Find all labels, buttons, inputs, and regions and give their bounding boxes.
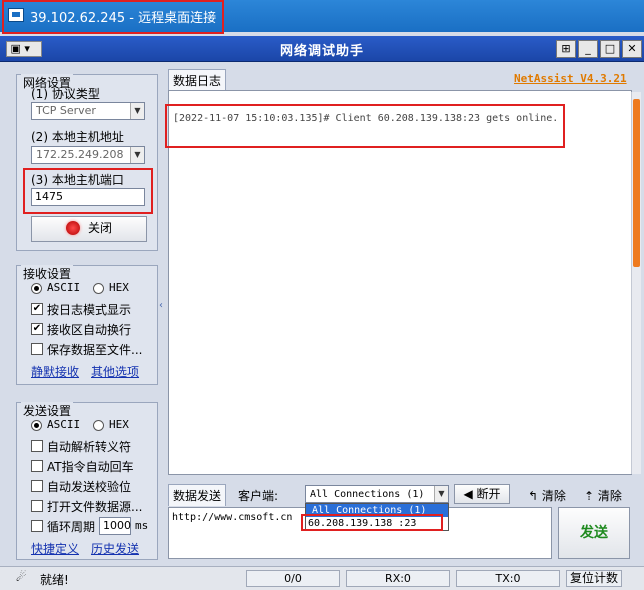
close-window-button[interactable]: ✕ [622,40,642,58]
network-settings-group: 网络设置 (1) 协议类型 TCP Server ▼ (2) 本地主机地址 17… [16,74,158,251]
chevron-down-icon[interactable]: ▼ [130,147,144,163]
host-select[interactable]: 172.25.249.208 ▼ [31,146,145,164]
client-select-value: All Connections (1) [310,489,425,500]
open-file-label: 打开文件数据源... [47,500,143,514]
disconnect-button[interactable]: ◀ 断开 [454,484,510,504]
clear-arrow-icon: ↰ [528,489,542,503]
arrow-left-icon: ◀ [463,487,477,501]
port-input[interactable]: 1475 [31,188,145,206]
tab-data-log[interactable]: 数据日志 [168,69,227,91]
reset-count-button[interactable]: 复位计数 [566,570,622,587]
clear-receive-button[interactable]: ↰ 清除 [528,487,566,504]
open-file-checkbox[interactable] [31,500,43,512]
app-title: 网络调试助手 [279,44,364,59]
chevron-down-icon[interactable]: ▼ [434,486,448,502]
log-scrollbar-thumb[interactable] [633,99,640,267]
loop-label: 循环周期 [47,520,96,534]
client-dropdown-list: All Connections (1) 60.208.139.138 :23 [305,503,449,531]
auto-wrap-label: 接收区自动换行 [47,323,132,337]
status-ready: 就绪! [40,573,69,587]
receive-hex-label: HEX [109,281,129,294]
protocol-label: (1) 协议类型 [31,87,100,101]
clear-send-button[interactable]: ⇡ 清除 [584,487,622,504]
send-text: http://www.cmsoft.cn [172,512,293,523]
at-return-label: AT指令自动回车 [47,460,134,474]
ready-icon: ☄ [16,570,27,584]
clear-up-icon: ⇡ [584,489,598,503]
receive-ascii-label: ASCII [47,281,81,294]
loop-unit: ms [135,519,149,532]
receive-hex-radio[interactable] [93,283,104,294]
quick-define-link[interactable]: 快捷定义 [31,540,79,557]
other-options-link[interactable]: 其他选项 [91,363,139,380]
save-file-checkbox[interactable] [31,343,43,355]
host-value: 172.25.249.208 [36,148,124,161]
app-title-bar: ▣ ▾ 网络调试助手 ⊞ _ □ ✕ [0,36,644,62]
send-settings-group: 发送设置 ASCII HEX 自动解析转义符 AT指令自动回车 自动发送校验位 … [16,402,158,560]
receive-settings-group: 接收设置 ASCII HEX ✔ 按日志模式显示 ✔ 接收区自动换行 保存数据至… [16,265,158,385]
remote-desktop-title-bar: 39.102.62.245 - 远程桌面连接 [0,0,644,32]
status-tx: TX:0 [456,570,560,587]
receive-settings-title: 接收设置 [21,265,74,282]
status-light-icon [65,221,80,235]
close-connection-button[interactable]: 关闭 [31,216,147,242]
remote-desktop-icon [8,8,24,22]
send-hex-radio[interactable] [93,420,104,431]
auto-checksum-checkbox[interactable] [31,480,43,492]
client-select[interactable]: All Connections (1) ▼ [305,485,449,503]
client-option-all[interactable]: All Connections (1) [306,504,448,517]
parse-escape-checkbox[interactable] [31,440,43,452]
protocol-select[interactable]: TCP Server ▼ [31,102,145,120]
pin-icon[interactable]: ⊞ [556,40,576,58]
chevron-down-icon[interactable]: ▼ [130,103,144,119]
protocol-value: TCP Server [36,104,96,117]
send-button[interactable]: 发送 [558,507,630,559]
maximize-button[interactable]: □ [600,40,620,58]
send-hex-label: HEX [109,418,129,431]
auto-wrap-checkbox[interactable]: ✔ [31,323,43,335]
client-label: 客户端: [238,489,279,503]
close-button-label: 关闭 [87,221,112,235]
disconnect-label: 断开 [476,487,501,501]
host-label: (2) 本地主机地址 [31,130,124,144]
port-label: (3) 本地主机端口 [31,173,124,187]
clear-label-1: 清除 [541,489,566,503]
parse-escape-label: 自动解析转义符 [47,440,132,454]
collapse-panel-icon[interactable]: ‹ [159,300,167,330]
log-line: [2022-11-07 15:10:03.135]# Client 60.208… [173,113,559,124]
tab-data-send[interactable]: 数据发送 [168,484,227,506]
save-file-label: 保存数据至文件... [47,343,143,357]
send-settings-title: 发送设置 [21,402,74,419]
status-counter: 0/0 [246,570,340,587]
log-area[interactable]: [2022-11-07 15:10:03.135]# Client 60.208… [168,90,632,475]
status-rx: RX:0 [346,570,450,587]
client-option-60-208[interactable]: 60.208.139.138 :23 [306,517,448,530]
history-send-link[interactable]: 历史发送 [91,540,139,557]
minimize-button[interactable]: _ [578,40,598,58]
clear-label-2: 清除 [597,489,622,503]
window-title: 39.102.62.245 - 远程桌面连接 [30,11,217,26]
send-ascii-radio[interactable] [31,420,42,431]
version-link[interactable]: NetAssist V4.3.21 [514,72,627,85]
status-bar: ☄ 就绪! 0/0 RX:0 TX:0 复位计数 [0,566,644,590]
silent-receive-link[interactable]: 静默接收 [31,363,79,380]
send-ascii-label: ASCII [47,418,81,431]
loop-period-input[interactable]: 1000 [99,517,131,535]
log-mode-checkbox[interactable]: ✔ [31,303,43,315]
loop-checkbox[interactable] [31,520,43,532]
auto-checksum-label: 自动发送校验位 [47,480,132,494]
receive-ascii-radio[interactable] [31,283,42,294]
at-return-checkbox[interactable] [31,460,43,472]
log-mode-label: 按日志模式显示 [47,303,132,317]
